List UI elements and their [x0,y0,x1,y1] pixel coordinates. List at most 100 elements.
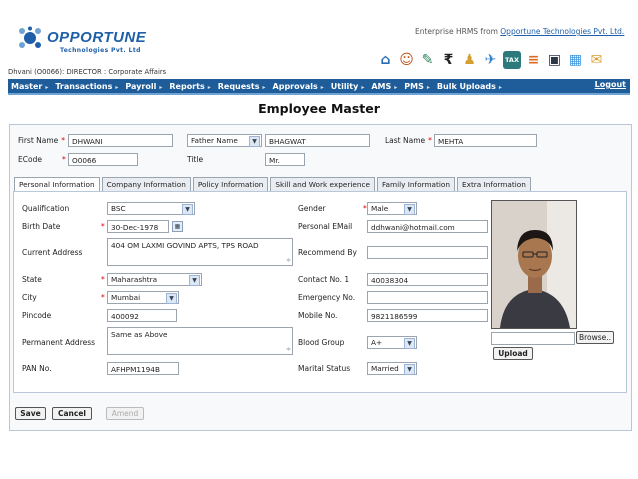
nav-item-requests[interactable]: Requests [215,82,270,91]
last-name-input[interactable]: MEHTA [434,134,537,147]
first-name-input[interactable]: DHWANI [68,134,173,147]
mobile-input[interactable]: 9821186599 [367,309,488,322]
title-input[interactable]: Mr. [265,153,305,166]
tab-family-information[interactable]: Family Information [376,177,456,192]
father-name-input[interactable]: BHAGWAT [265,134,370,147]
tab-skill-and-work-experience[interactable]: Skill and Work experience [270,177,375,192]
calendar-icon[interactable]: ▦ [567,51,584,69]
notes-icon[interactable]: ✎ [419,51,436,69]
company-link[interactable]: Opportune Technologies Pvt. Ltd. [500,27,624,36]
permanent-address-textarea[interactable]: Same as Above ≑ [107,327,293,355]
tagline-text: Enterprise HRMS from [415,27,501,36]
chevron-down-icon: ▼ [404,364,415,375]
employee-form-panel: First Name * DHWANI Father Name ▼ BHAGWAT … [9,124,632,431]
nav-item-pms[interactable]: PMS [401,82,434,91]
father-name-select[interactable]: Father Name ▼ [187,134,262,147]
nav-item-utility[interactable]: Utility [328,82,369,91]
nav-item-payroll[interactable]: Payroll [122,82,166,91]
recommend-input[interactable] [367,246,488,259]
mail-icon[interactable]: ✉ [588,51,605,69]
resize-handle-icon[interactable]: ≑ [286,256,291,265]
resize-handle-icon[interactable]: ≑ [286,345,291,354]
pincode-label: Pincode [22,311,52,320]
case-icon[interactable]: ▣ [546,51,563,69]
state-select[interactable]: Maharashtra ▼ [107,273,202,286]
nav-item-bulk-uploads[interactable]: Bulk Uploads [434,82,506,91]
people-icon[interactable]: ♟ [461,51,478,69]
current-address-value: 404 OM LAXMI GOVIND APTS, TPS ROAD [111,241,259,250]
employee-photo [491,200,577,329]
brand-subtitle: Technologies Pvt. Ltd [60,47,141,54]
nav-item-approvals[interactable]: Approvals [270,82,328,91]
required-mark: * [101,293,105,302]
required-mark: * [61,136,66,145]
ecode-label: ECode [18,155,42,164]
opportune-logo-icon [19,26,41,48]
required-mark: * [101,222,105,231]
tab-extra-information[interactable]: Extra Information [457,177,531,192]
tab-company-information[interactable]: Company Information [101,177,191,192]
current-address-textarea[interactable]: 404 OM LAXMI GOVIND APTS, TPS ROAD ≑ [107,238,293,266]
gender-label: Gender [298,204,326,213]
person-photo-icon [492,201,576,328]
email-input[interactable]: ddhwani@hotmail.com [367,220,488,233]
save-button[interactable]: Save [15,407,46,420]
browse-button[interactable]: Browse.. [576,331,614,344]
calendar-icon[interactable]: ▦ [172,221,183,232]
chevron-down-icon: ▼ [189,275,200,286]
home-icon[interactable]: ⌂ [377,51,394,69]
upload-button[interactable]: Upload [493,347,533,360]
contact-label: Contact No. 1 [298,275,350,284]
gender-value: Male [371,204,389,213]
tax-icon[interactable]: TAX [503,51,521,69]
required-mark: * [101,275,105,284]
ecode-input[interactable]: O0066 [68,153,138,166]
tagline: Enterprise HRMS from Opportune Technolog… [415,27,624,36]
pan-input[interactable]: AFHPM1194B [107,362,179,375]
marital-status-select[interactable]: Married ▼ [367,362,417,375]
nav-item-transactions[interactable]: Transactions [52,82,122,91]
city-select[interactable]: Mumbai ▼ [107,291,179,304]
last-name-label-text: Last Name [385,136,426,145]
blood-group-select[interactable]: A+ ▼ [367,336,417,349]
permanent-address-value: Same as Above [111,330,168,339]
first-name-label-text: First Name [18,136,59,145]
pan-label: PAN No. [22,364,52,373]
tab-personal-information[interactable]: Personal Information [14,177,100,192]
required-mark: * [62,155,66,164]
chevron-down-icon: ▼ [182,204,193,215]
birth-date-input[interactable]: 30-Dec-1978 [107,220,169,233]
logout-link[interactable]: Logout [595,80,626,89]
chevron-down-icon: ▼ [166,293,177,304]
city-value: Mumbai [111,293,141,302]
rupee-icon[interactable]: ₹ [440,51,457,69]
blood-group-value: A+ [371,338,383,347]
users-icon[interactable]: ☺ [398,51,415,69]
city-label: City [22,293,37,302]
pincode-input[interactable]: 400092 [107,309,177,322]
marital-status-label: Marital Status [298,364,351,373]
quick-icons-bar: ⌂ ☺ ✎ ₹ ♟ ✈ TAX ≡ ▣ ▦ ✉ [377,51,605,73]
file-path-input[interactable] [491,332,575,345]
state-value: Maharashtra [111,275,158,284]
emergency-input[interactable] [367,291,488,304]
last-name-label: Last Name * [385,136,432,145]
qualification-label: Qualification [22,204,70,213]
nav-item-master[interactable]: Master [8,82,52,91]
first-name-label: First Name * [18,136,65,145]
recommend-label: Recommend By [298,248,357,257]
contact-input[interactable]: 40038304 [367,273,488,286]
emergency-label: Emergency No. [298,293,356,302]
gender-select[interactable]: Male ▼ [367,202,417,215]
state-label: State [22,275,42,284]
cancel-button[interactable]: Cancel [52,407,92,420]
father-name-select-value: Father Name [191,136,238,145]
calculator-icon[interactable]: ≡ [525,51,542,69]
plane-icon[interactable]: ✈ [482,51,499,69]
qualification-select[interactable]: BSC ▼ [107,202,195,215]
ecode-label-text: ECode [18,155,42,164]
tab-policy-information[interactable]: Policy Information [192,177,269,192]
nav-item-ams[interactable]: AMS [368,82,401,91]
amend-button[interactable]: Amend [106,407,144,420]
nav-item-reports[interactable]: Reports [166,82,214,91]
